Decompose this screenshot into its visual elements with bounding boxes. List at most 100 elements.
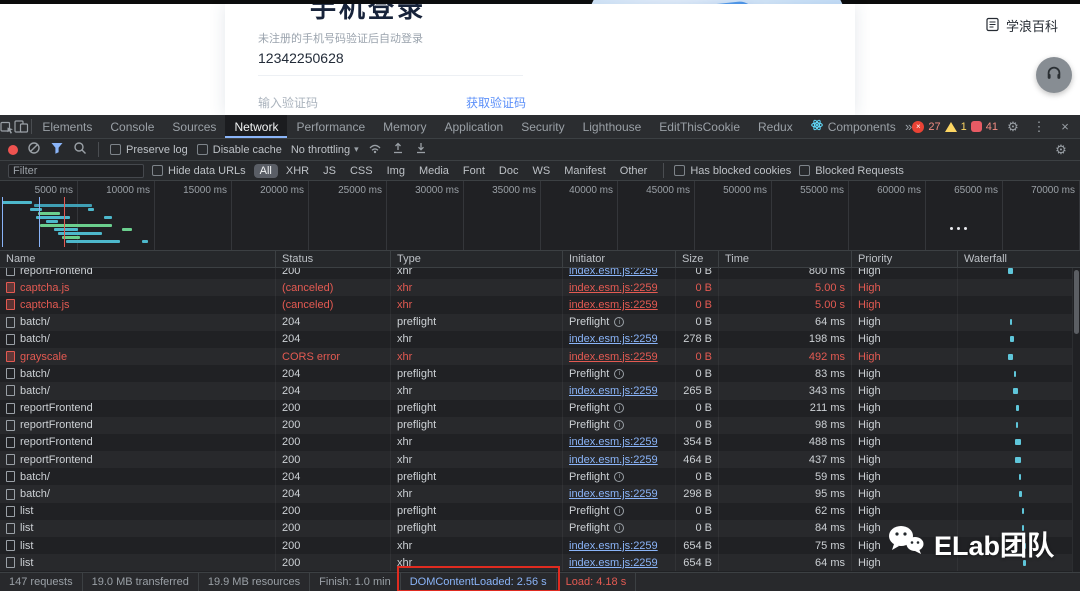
filter-pill-all[interactable]: All	[254, 164, 278, 178]
network-row[interactable]: grayscaleCORS errorxhrindex.esm.js:22590…	[0, 348, 1072, 365]
disable-cache-toggle[interactable]: Disable cache	[197, 144, 282, 156]
column-header-type[interactable]: Type	[390, 251, 562, 267]
clear-icon[interactable]	[27, 141, 41, 158]
network-settings-gear-icon[interactable]: ⚙	[1050, 142, 1072, 158]
filter-pill-js[interactable]: JS	[317, 164, 342, 178]
info-icon[interactable]: i	[614, 369, 624, 379]
export-har-icon[interactable]	[414, 141, 428, 158]
initiator-link[interactable]: index.esm.js:2259	[569, 351, 658, 363]
network-row[interactable]: batch/204xhrindex.esm.js:2259278 B198 ms…	[0, 331, 1072, 348]
network-row[interactable]: reportFrontend200xhrindex.esm.js:2259464…	[0, 451, 1072, 468]
hide-data-urls-checkbox[interactable]	[152, 165, 163, 176]
initiator-link[interactable]: index.esm.js:2259	[569, 557, 658, 569]
has-blocked-cookies-checkbox[interactable]	[674, 165, 685, 176]
initiator-link[interactable]: index.esm.js:2259	[569, 385, 658, 397]
network-row[interactable]: captcha.js(canceled)xhrindex.esm.js:2259…	[0, 279, 1072, 296]
network-row[interactable]: reportFrontend200preflightPreflighti0 B9…	[0, 417, 1072, 434]
hide-data-urls-toggle[interactable]: Hide data URLs	[152, 165, 246, 177]
column-header-priority[interactable]: Priority	[851, 251, 957, 267]
tab-elements[interactable]: Elements	[33, 115, 101, 138]
network-row[interactable]: batch/204preflightPreflighti0 B83 msHigh	[0, 365, 1072, 382]
tab-redux[interactable]: Redux	[749, 115, 802, 138]
filter-pill-xhr[interactable]: XHR	[280, 164, 315, 178]
tab-network[interactable]: Network	[225, 115, 287, 138]
info-icon[interactable]: i	[614, 472, 624, 482]
tab-memory[interactable]: Memory	[374, 115, 435, 138]
disable-cache-checkbox[interactable]	[197, 144, 208, 155]
initiator-link[interactable]: index.esm.js:2259	[569, 454, 658, 466]
error-count-icon[interactable]: ×	[912, 121, 924, 133]
column-header-initiator[interactable]: Initiator	[562, 251, 675, 267]
settings-gear-icon[interactable]: ⚙	[1002, 119, 1024, 135]
network-row[interactable]: batch/204xhrindex.esm.js:2259298 B95 msH…	[0, 485, 1072, 502]
network-row[interactable]: batch/204preflightPreflighti0 B64 msHigh	[0, 314, 1072, 331]
verification-code-input[interactable]: 输入验证码	[258, 94, 318, 111]
kebab-menu-icon[interactable]: ⋮	[1028, 119, 1050, 135]
initiator-link[interactable]: index.esm.js:2259	[569, 299, 658, 311]
column-header-status[interactable]: Status	[275, 251, 390, 267]
filter-pill-other[interactable]: Other	[614, 164, 654, 178]
filter-input[interactable]: Filter	[8, 164, 144, 178]
info-icon[interactable]: i	[614, 317, 624, 327]
has-blocked-cookies-toggle[interactable]: Has blocked cookies	[674, 165, 791, 177]
search-icon[interactable]	[73, 141, 87, 158]
inspect-element-icon[interactable]	[0, 115, 14, 138]
more-tabs-button[interactable]: »	[905, 119, 913, 134]
initiator-link[interactable]: index.esm.js:2259	[569, 333, 658, 345]
phone-number-input[interactable]: 12342250628	[258, 50, 523, 76]
info-icon[interactable]: i	[614, 403, 624, 413]
throttling-dropdown[interactable]: No throttling ▾	[291, 144, 359, 156]
tab-components[interactable]: Components	[802, 115, 905, 138]
info-icon[interactable]: i	[614, 420, 624, 430]
preserve-log-toggle[interactable]: Preserve log	[110, 144, 188, 156]
network-row[interactable]: batch/204preflightPreflighti0 B59 msHigh	[0, 468, 1072, 485]
filter-pill-img[interactable]: Img	[381, 164, 411, 178]
scrollbar[interactable]	[1072, 268, 1080, 572]
column-header-waterfall[interactable]: Waterfall	[957, 251, 1072, 267]
filter-pill-font[interactable]: Font	[457, 164, 491, 178]
network-overview-timeline[interactable]: 5000 ms10000 ms15000 ms20000 ms25000 ms3…	[0, 181, 1080, 251]
initiator-link[interactable]: index.esm.js:2259	[569, 282, 658, 294]
tab-editthiscookie[interactable]: EditThisCookie	[650, 115, 749, 138]
filter-pill-media[interactable]: Media	[413, 164, 455, 178]
warning-icon[interactable]	[945, 122, 957, 132]
initiator-link[interactable]: index.esm.js:2259	[569, 488, 658, 500]
filter-pill-doc[interactable]: Doc	[493, 164, 525, 178]
network-row[interactable]: list200preflightPreflighti0 B62 msHigh	[0, 503, 1072, 520]
initiator-link[interactable]: index.esm.js:2259	[569, 268, 658, 277]
issues-icon[interactable]	[971, 121, 982, 132]
device-toolbar-icon[interactable]	[14, 115, 29, 138]
tab-console[interactable]: Console	[101, 115, 163, 138]
network-row[interactable]: reportFrontend200preflightPreflighti0 B2…	[0, 400, 1072, 417]
filter-pill-ws[interactable]: WS	[526, 164, 556, 178]
tab-security[interactable]: Security	[512, 115, 573, 138]
site-brand-button[interactable]: 学浪百科	[985, 16, 1058, 35]
network-row[interactable]: reportFrontend200xhrindex.esm.js:22590 B…	[0, 268, 1072, 279]
filter-pill-css[interactable]: CSS	[344, 164, 379, 178]
close-devtools-icon[interactable]: ×	[1054, 119, 1076, 134]
column-header-size[interactable]: Size	[675, 251, 718, 267]
blocked-requests-toggle[interactable]: Blocked Requests	[799, 165, 904, 177]
network-row[interactable]: batch/204xhrindex.esm.js:2259265 B343 ms…	[0, 382, 1072, 399]
filter-funnel-icon[interactable]	[50, 141, 64, 158]
preserve-log-checkbox[interactable]	[110, 144, 121, 155]
info-icon[interactable]: i	[614, 523, 624, 533]
tab-sources[interactable]: Sources	[163, 115, 225, 138]
tab-lighthouse[interactable]: Lighthouse	[574, 115, 651, 138]
initiator-link[interactable]: index.esm.js:2259	[569, 436, 658, 448]
network-conditions-icon[interactable]	[368, 141, 382, 158]
initiator-link[interactable]: index.esm.js:2259	[569, 540, 658, 552]
support-headset-button[interactable]	[1036, 57, 1072, 93]
column-header-name[interactable]: Name	[0, 251, 275, 267]
tab-performance[interactable]: Performance	[287, 115, 374, 138]
get-code-link[interactable]: 获取验证码	[466, 94, 526, 111]
network-row[interactable]: captcha.js(canceled)xhrindex.esm.js:2259…	[0, 296, 1072, 313]
network-row[interactable]: reportFrontend200xhrindex.esm.js:2259354…	[0, 434, 1072, 451]
column-header-time[interactable]: Time	[718, 251, 851, 267]
blocked-requests-checkbox[interactable]	[799, 165, 810, 176]
record-button[interactable]	[8, 145, 18, 155]
import-har-icon[interactable]	[391, 141, 405, 158]
info-icon[interactable]: i	[614, 506, 624, 516]
filter-pill-manifest[interactable]: Manifest	[558, 164, 612, 178]
scrollbar-thumb[interactable]	[1074, 270, 1079, 334]
